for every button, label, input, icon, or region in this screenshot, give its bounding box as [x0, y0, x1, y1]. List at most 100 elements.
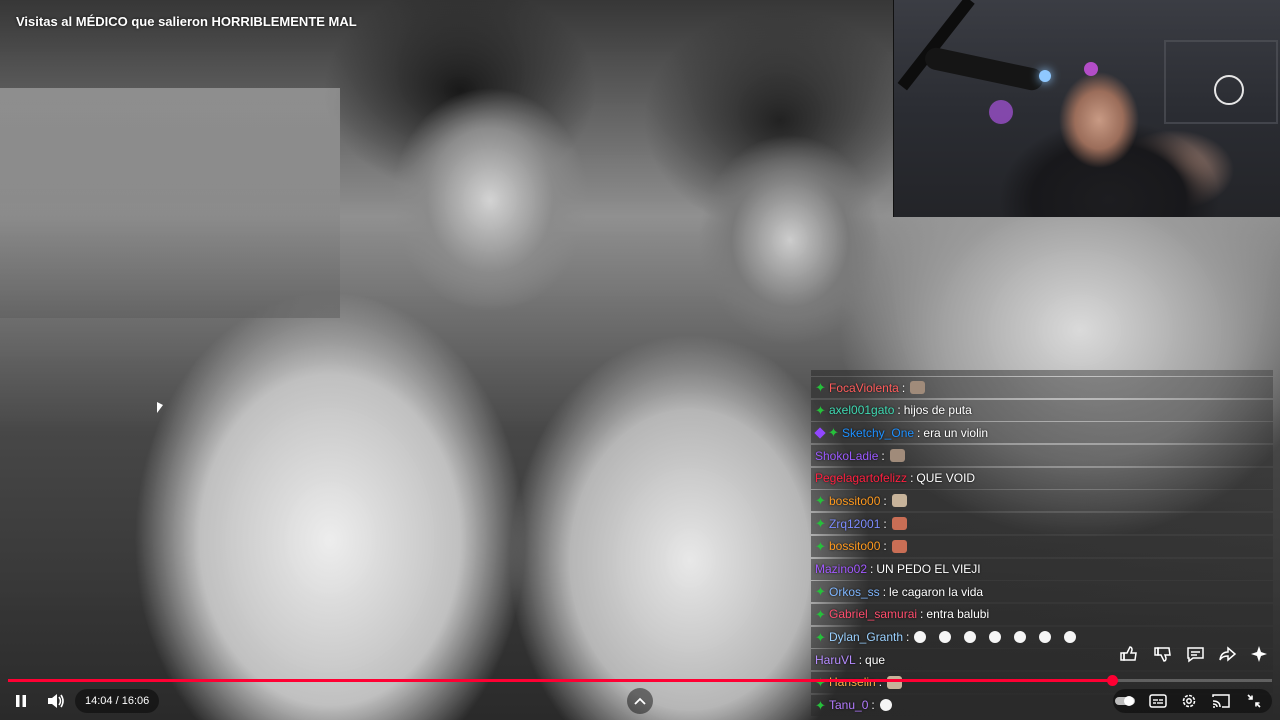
time-display: 14:04 / 16:06 [75, 689, 160, 713]
share-icon[interactable] [1219, 646, 1237, 662]
chat-username[interactable]: bossito00 [829, 494, 880, 508]
chapters-button[interactable] [627, 688, 653, 714]
bubble-emote-icon [964, 631, 977, 644]
cat-emote-icon [889, 449, 905, 463]
chat-colon: : [878, 675, 883, 690]
settings-button[interactable] [1179, 691, 1199, 711]
cast-button[interactable] [1211, 691, 1231, 711]
chat-colon: : [881, 448, 885, 463]
chat-colon: : [883, 516, 887, 531]
video-action-icons [1120, 646, 1267, 663]
chat-text: que [865, 652, 886, 667]
bubble-emote-icon [989, 631, 1002, 644]
flower-decor [1084, 62, 1098, 76]
chat-username[interactable]: Gabriel_samurai [829, 607, 917, 621]
chat-colon: : [910, 471, 914, 486]
chat-username[interactable]: ShokoLadie [815, 449, 878, 463]
pause-button[interactable] [10, 690, 32, 712]
bubble-emote-icon [939, 631, 952, 644]
chat-username[interactable]: HaruVL [815, 653, 856, 667]
chat-username[interactable]: FocaViolenta [829, 381, 899, 395]
chat-message: ShokoLadie: [811, 445, 1273, 467]
lamp [1039, 70, 1051, 82]
bubble-emote-icon [1064, 631, 1077, 644]
chat-username[interactable]: axel001gato [829, 403, 894, 417]
streamer-webcam [893, 0, 1280, 217]
chat-colon: : [901, 380, 906, 395]
sparkle-icon[interactable] [1251, 646, 1267, 662]
chat-colon: : [883, 539, 887, 554]
progress-played [8, 679, 1112, 682]
cat-emote-icon [910, 381, 926, 394]
chat-username[interactable]: Pegelagartofelizz [815, 471, 907, 485]
gear-icon [1182, 694, 1196, 708]
thumbs-up-icon[interactable] [1120, 646, 1137, 661]
chat-username[interactable]: Hanselin [829, 675, 876, 689]
chat-colon: : [897, 403, 901, 418]
progress-bar[interactable] [8, 675, 1272, 686]
chat-message: ✦ bossito00: [811, 490, 1273, 512]
chat-username[interactable]: bossito00 [829, 539, 880, 553]
subscriber-badge-icon [814, 427, 826, 439]
subtitles-button[interactable] [1147, 692, 1169, 710]
ring-light [1214, 75, 1244, 105]
chat-message: ✦ Gabriel_samurai: entra balubi [811, 603, 1273, 625]
current-time: 14:04 [85, 695, 113, 707]
chat-username[interactable]: Tanu_0 [829, 698, 868, 712]
bubble-emote-icon [879, 699, 892, 712]
chat-colon: : [858, 652, 863, 667]
chat-text: entra balubi [926, 607, 990, 622]
sparkle-badge-icon: ✦ [815, 402, 826, 418]
bubble-emote-icon [1014, 631, 1027, 644]
mic-arm [897, 0, 975, 91]
chat-colon: : [883, 493, 887, 508]
chat-overlay: ✦ FocaViolenta: ✦ axel001gato: hijos de puta… [811, 370, 1273, 720]
chat-text: QUE VOID [916, 471, 976, 486]
chat-username[interactable]: Dylan_Granth [829, 630, 903, 644]
duration: 16:06 [121, 695, 150, 707]
mouse-cursor-icon [157, 402, 163, 413]
sparkle-badge-icon: ✦ [815, 606, 826, 622]
chat-message: ✦ Zrq12001: [811, 513, 1273, 535]
exit-fullscreen-icon [1247, 694, 1261, 708]
chat-colon: : [917, 425, 921, 440]
chevron-up-icon [634, 697, 646, 705]
time-separator: / [112, 695, 122, 707]
chat-colon: : [870, 562, 874, 576]
chat-text: hijos de puta [903, 403, 972, 418]
bubble-emote-icon [914, 631, 927, 644]
chat-message: ✦ Sketchy_One: era un violin [811, 422, 1273, 444]
chat-username[interactable]: Sketchy_One [842, 426, 914, 440]
chat-text: le cagaron la vida [889, 584, 984, 599]
volume-button[interactable] [44, 690, 68, 712]
doge-emote-icon [891, 494, 907, 508]
chat-colon: : [906, 630, 910, 645]
comment-icon[interactable] [1187, 647, 1204, 663]
chat-text: era un violin [923, 425, 989, 440]
chat-colon: : [871, 698, 875, 713]
face-emote-icon [891, 539, 907, 553]
video-background-window [0, 88, 340, 318]
exit-fullscreen-button[interactable] [1244, 691, 1264, 711]
sparkle-badge-icon: ✦ [815, 380, 826, 395]
chat-username[interactable]: Orkos_ss [829, 585, 880, 599]
progress-scrubber[interactable] [1106, 675, 1118, 686]
chat-message: ✦ axel001gato: hijos de puta [811, 399, 1273, 421]
purple-decor [989, 100, 1013, 124]
chat-username[interactable]: Zrq12001 [829, 517, 880, 531]
sparkle-badge-icon: ✦ [815, 538, 826, 554]
sparkle-badge-icon: ✦ [828, 425, 839, 441]
microphone [923, 45, 1045, 93]
autoplay-toggle[interactable] [1114, 692, 1136, 710]
thumbs-down-icon[interactable] [1154, 647, 1171, 662]
video-player[interactable]: Visitas al MÉDICO que salieron HORRIBLEM… [0, 0, 1280, 720]
pause-icon [16, 695, 26, 707]
chat-username[interactable]: Mazino02 [815, 562, 867, 576]
face-emote-icon [891, 517, 907, 531]
sparkle-badge-icon: ✦ [815, 493, 826, 509]
sparkle-badge-icon: ✦ [815, 584, 826, 600]
video-action-bar [1116, 642, 1276, 666]
autoplay-toggle-icon [1115, 696, 1135, 706]
chat-message: Mazino02: UN PEDO EL VIEJI [811, 558, 1273, 580]
chat-message: Pegelagartofelizz: QUE VOID [811, 467, 1273, 489]
